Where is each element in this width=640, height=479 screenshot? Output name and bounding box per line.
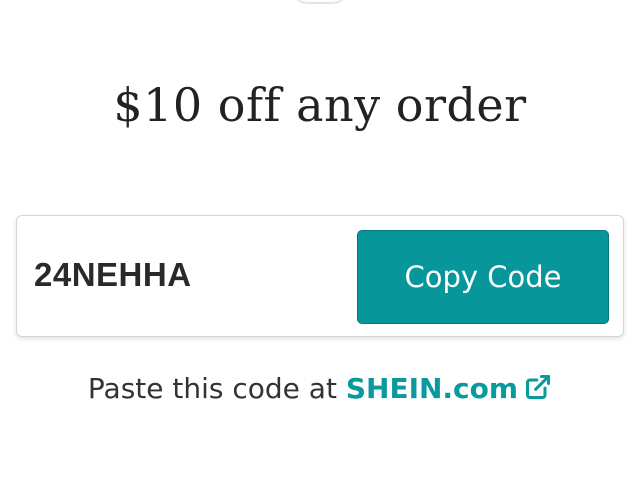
coupon-code-box: 24NEHHA Copy Code — [16, 215, 624, 337]
paste-instructions: Paste this code at SHEIN.com — [0, 372, 640, 408]
coupon-page: $10 off any order 24NEHHA Copy Code Past… — [0, 0, 640, 479]
top-handle-arc — [290, 0, 350, 4]
coupon-code: 24NEHHA — [34, 256, 192, 293]
store-link-label: SHEIN.com — [345, 372, 519, 405]
paste-instructions-text: Paste this code at — [87, 372, 346, 405]
store-link[interactable]: SHEIN.com — [346, 372, 552, 405]
external-link-icon — [524, 373, 552, 408]
copy-code-button[interactable]: Copy Code — [357, 230, 609, 324]
offer-title: $10 off any order — [113, 78, 527, 132]
